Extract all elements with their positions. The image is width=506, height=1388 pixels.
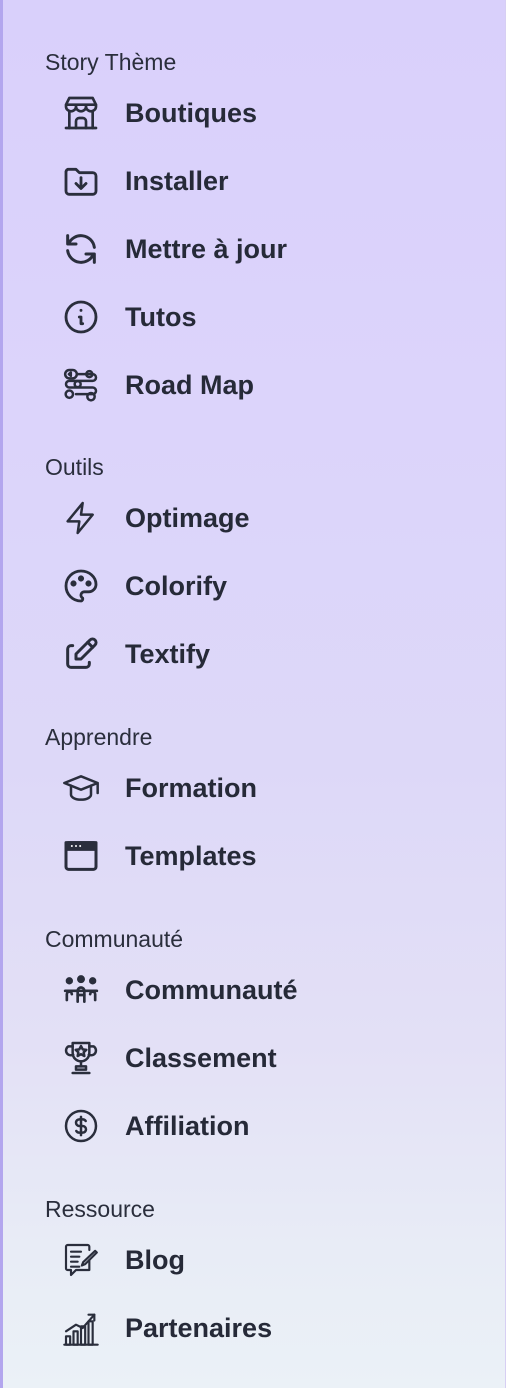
trophy-icon bbox=[61, 1038, 101, 1078]
sidebar-item-label: Optimage bbox=[125, 503, 250, 533]
sidebar-item-label: Partenaires bbox=[125, 1313, 273, 1343]
sidebar-item-colorify[interactable]: Colorify bbox=[3, 557, 505, 613]
dollar-circle-icon bbox=[61, 1106, 101, 1146]
chart-growth-icon bbox=[61, 1308, 101, 1348]
sidebar-item-label: Communauté bbox=[125, 975, 298, 1005]
sidebar-item-templates[interactable]: Templates bbox=[3, 827, 505, 883]
sidebar-item-label: Mettre à jour bbox=[125, 234, 288, 264]
sidebar-item-classement[interactable]: Classement bbox=[3, 1029, 505, 1085]
sidebar-item-affiliation[interactable]: Affiliation bbox=[3, 1097, 505, 1153]
sidebar-nav: Story Thème Boutiques Installer Mettre à… bbox=[0, 0, 506, 1388]
section-title: Story Thème bbox=[45, 49, 177, 75]
info-icon bbox=[61, 297, 101, 337]
blog-icon bbox=[61, 1240, 101, 1280]
sidebar-item-mettre-a-jour[interactable]: Mettre à jour bbox=[3, 220, 505, 276]
sidebar-item-label: Formation bbox=[125, 773, 257, 803]
sidebar-item-partenaires[interactable]: Partenaires bbox=[3, 1299, 505, 1355]
sidebar-item-label: Tutos bbox=[125, 302, 197, 332]
section-title: Apprendre bbox=[45, 724, 153, 750]
section-title: Communauté bbox=[45, 926, 184, 952]
palette-icon bbox=[61, 566, 101, 606]
sidebar-item-label: Installer bbox=[125, 166, 229, 196]
section-title: Ressource bbox=[45, 1196, 155, 1222]
browser-window-icon bbox=[61, 836, 101, 876]
sidebar-item-label: Boutiques bbox=[125, 98, 257, 128]
sidebar-item-communaute[interactable]: Communauté bbox=[3, 961, 505, 1017]
roadmap-icon bbox=[61, 365, 101, 405]
bolt-icon bbox=[61, 498, 101, 538]
sidebar-item-label: Classement bbox=[125, 1043, 277, 1073]
sidebar-item-label: Road Map bbox=[125, 370, 255, 400]
graduation-cap-icon bbox=[61, 768, 101, 808]
sidebar-item-road-map[interactable]: Road Map bbox=[3, 356, 505, 412]
store-icon bbox=[61, 93, 101, 133]
sidebar-item-tutos[interactable]: Tutos bbox=[3, 288, 505, 344]
sidebar-item-boutiques[interactable]: Boutiques bbox=[3, 84, 505, 140]
sidebar-item-label: Blog bbox=[125, 1245, 185, 1275]
sidebar-item-label: Affiliation bbox=[125, 1111, 250, 1141]
sidebar-item-label: Colorify bbox=[125, 571, 228, 601]
folder-download-icon bbox=[61, 161, 101, 201]
sidebar-item-textify[interactable]: Textify bbox=[3, 625, 505, 681]
sidebar-item-optimage[interactable]: Optimage bbox=[3, 489, 505, 545]
users-group-icon bbox=[61, 970, 101, 1010]
sidebar-item-formation[interactable]: Formation bbox=[3, 759, 505, 815]
sidebar-item-installer[interactable]: Installer bbox=[3, 152, 505, 208]
sidebar-item-blog[interactable]: Blog bbox=[3, 1231, 505, 1287]
sidebar-item-label: Templates bbox=[125, 841, 257, 871]
section-title: Outils bbox=[45, 454, 104, 480]
refresh-icon bbox=[61, 229, 101, 269]
sidebar-item-label: Textify bbox=[125, 639, 211, 669]
edit-icon bbox=[61, 634, 101, 674]
